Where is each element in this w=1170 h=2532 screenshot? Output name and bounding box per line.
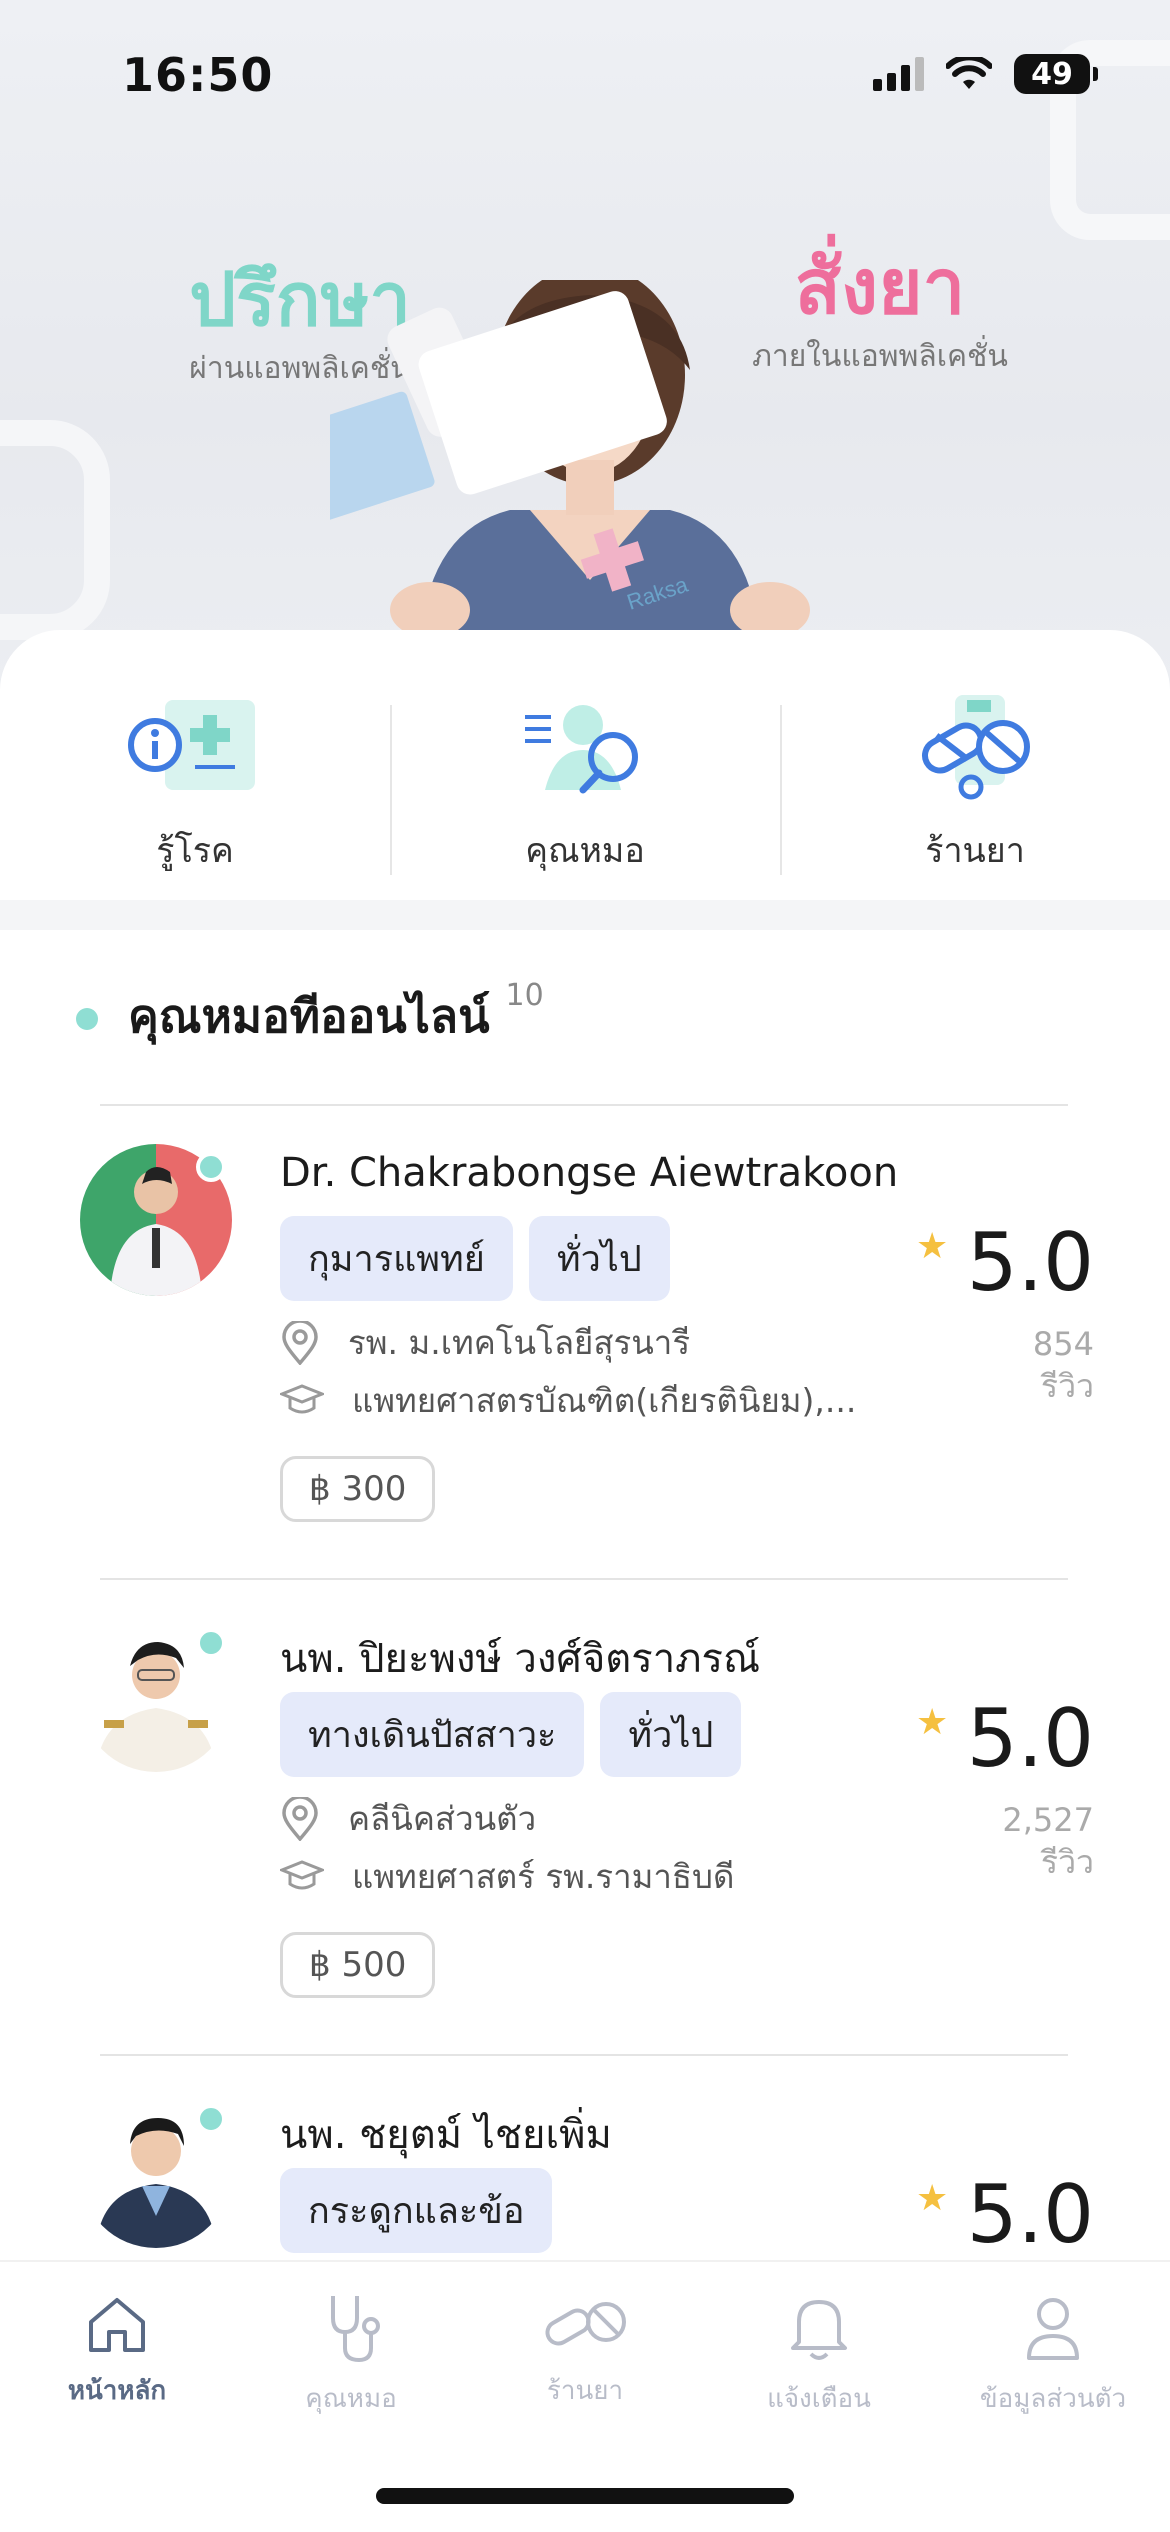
section-divider (0, 900, 1170, 930)
quick-action-pharmacy[interactable]: ร้านยา (780, 690, 1170, 890)
status-icons: 49 (873, 54, 1098, 94)
education-text: แพทยศาสตรบัณฑิต(เกียรตินิยม),... (352, 1381, 857, 1420)
tab-label: ร้านยา (546, 2376, 624, 2406)
location-pin-icon (282, 1320, 318, 1365)
doctor-card[interactable]: นพ. ชยุตม์ ไชยเพิ่ม กระดูกและข้อ ★ 5.0 (0, 2058, 1170, 2258)
bell-icon (791, 2300, 847, 2360)
star-icon: ★ (916, 1226, 949, 1267)
tab-label: แจ้งเตือน (767, 2384, 871, 2414)
star-icon: ★ (916, 2178, 949, 2219)
pharmacy-pills-icon (922, 695, 1030, 800)
consult-price: ฿ 300 (280, 1456, 436, 1522)
divider (100, 1578, 1068, 1580)
review-label: รีวิว (1040, 1366, 1094, 1405)
specialty-tag: ทั่วไป (600, 1692, 742, 1777)
pills-icon (545, 2302, 626, 2346)
doctor-tags: ทางเดินปัสสาวะ ทั่วไป (280, 1692, 742, 1777)
online-indicator (196, 2104, 226, 2134)
education-row: แพทยศาสตร์ รพ.รามาธิบดี (280, 1850, 734, 1903)
tab-pharmacy[interactable]: ร้านยา (468, 2292, 702, 2411)
review-label: รีวิว (1040, 1842, 1094, 1881)
section-dot (76, 1008, 98, 1030)
online-indicator (196, 1628, 226, 1658)
hospital-row: รพ. ม.เทคโนโลยีสุรนารี (280, 1316, 690, 1369)
review-number: 854 (1032, 1325, 1094, 1363)
doctor-tags: กระดูกและข้อ (280, 2168, 553, 2253)
quick-action-disease-label: รู้โรค (156, 831, 234, 871)
education-text: แพทยศาสตร์ รพ.รามาธิบดี (352, 1857, 735, 1896)
tab-profile[interactable]: ข้อมูลส่วนตัว (936, 2292, 1170, 2419)
quick-actions: รู้โรค คุณหมอ ร้านยา (0, 690, 1170, 890)
education-row: แพทยศาสตรบัณฑิต(เกียรตินิยม),... (280, 1374, 856, 1427)
star-icon: ★ (916, 1702, 949, 1743)
consult-price: ฿ 500 (280, 1932, 436, 1998)
online-indicator (196, 1152, 226, 1182)
tab-label: หน้าหลัก (67, 2376, 167, 2406)
tab-doctor[interactable]: คุณหมอ (234, 2292, 468, 2419)
doctor-card[interactable]: Dr. Chakrabongse Aiewtrakoon กุมารแพทย์ … (0, 1106, 1170, 1576)
graduation-cap-icon (280, 1859, 324, 1889)
doctor-name: Dr. Chakrabongse Aiewtrakoon (280, 1150, 899, 1196)
tab-label: ข้อมูลส่วนตัว (979, 2384, 1127, 2414)
specialty-tag: กระดูกและข้อ (280, 2168, 553, 2253)
doctor-tags: กุมารแพทย์ ทั่วไป (280, 1216, 670, 1301)
doctor-rating: 5.0 (966, 2168, 1094, 2258)
quick-action-doctor-label: คุณหมอ (525, 831, 645, 871)
wifi-icon (946, 57, 992, 89)
quick-action-disease[interactable]: รู้โรค (0, 690, 390, 890)
battery-icon: 49 (1014, 54, 1098, 94)
tab-home[interactable]: หน้าหลัก (0, 2292, 234, 2411)
tab-label: คุณหมอ (305, 2384, 397, 2414)
hospital-name: รพ. ม.เทคโนโลยีสุรนารี (348, 1323, 691, 1362)
location-pin-icon (282, 1796, 318, 1841)
quick-action-doctor[interactable]: คุณหมอ (390, 690, 780, 890)
profile-icon (1027, 2298, 1079, 2360)
online-count: 10 (505, 978, 544, 1013)
hero-person-illustration: Raksa (330, 280, 810, 640)
stethoscope-icon (331, 2296, 380, 2363)
specialty-tag: ทางเดินปัสสาวะ (280, 1692, 585, 1777)
review-number: 2,527 (1002, 1801, 1094, 1839)
specialty-tag: กุมารแพทย์ (280, 1216, 513, 1301)
status-time: 16:50 (122, 48, 274, 102)
home-icon (89, 2298, 145, 2352)
review-count: 854 รีวิว (1033, 1324, 1094, 1407)
signal-icon (873, 57, 924, 91)
section-title: คุณหมอทีออนไลน์ (128, 989, 490, 1043)
doctor-rating: 5.0 (966, 1692, 1094, 1785)
decorative-shape (0, 420, 110, 640)
disease-info-icon (128, 700, 255, 790)
hospital-row: คลีนิคส่วนตัว (280, 1792, 536, 1845)
hero-banner[interactable]: 16:50 49 ปรึกษา ผ่านแอพพลิเคชั่น สั่งยา … (0, 0, 1170, 700)
review-count: 2,527 รีวิว (1002, 1800, 1094, 1883)
doctor-rating: 5.0 (966, 1216, 1094, 1309)
tab-notifications[interactable]: แจ้งเตือน (702, 2292, 936, 2419)
quick-action-pharmacy-label: ร้านยา (925, 831, 1025, 871)
doctor-search-icon (525, 705, 638, 794)
doctor-name: นพ. ปิยะพงษ์ วงศ์จิตราภรณ์ (280, 1636, 761, 1682)
section-header: คุณหมอทีออนไลน์ 10 (76, 978, 544, 1053)
divider (100, 2054, 1068, 2056)
home-indicator[interactable] (376, 2488, 794, 2504)
doctor-card[interactable]: นพ. ปิยะพงษ์ วงศ์จิตราภรณ์ ทางเดินปัสสาว… (0, 1582, 1170, 2052)
doctor-name: นพ. ชยุตม์ ไชยเพิ่ม (280, 2112, 612, 2158)
specialty-tag: ทั่วไป (528, 1216, 670, 1301)
hospital-name: คลีนิคส่วนตัว (348, 1799, 537, 1838)
graduation-cap-icon (280, 1383, 324, 1413)
